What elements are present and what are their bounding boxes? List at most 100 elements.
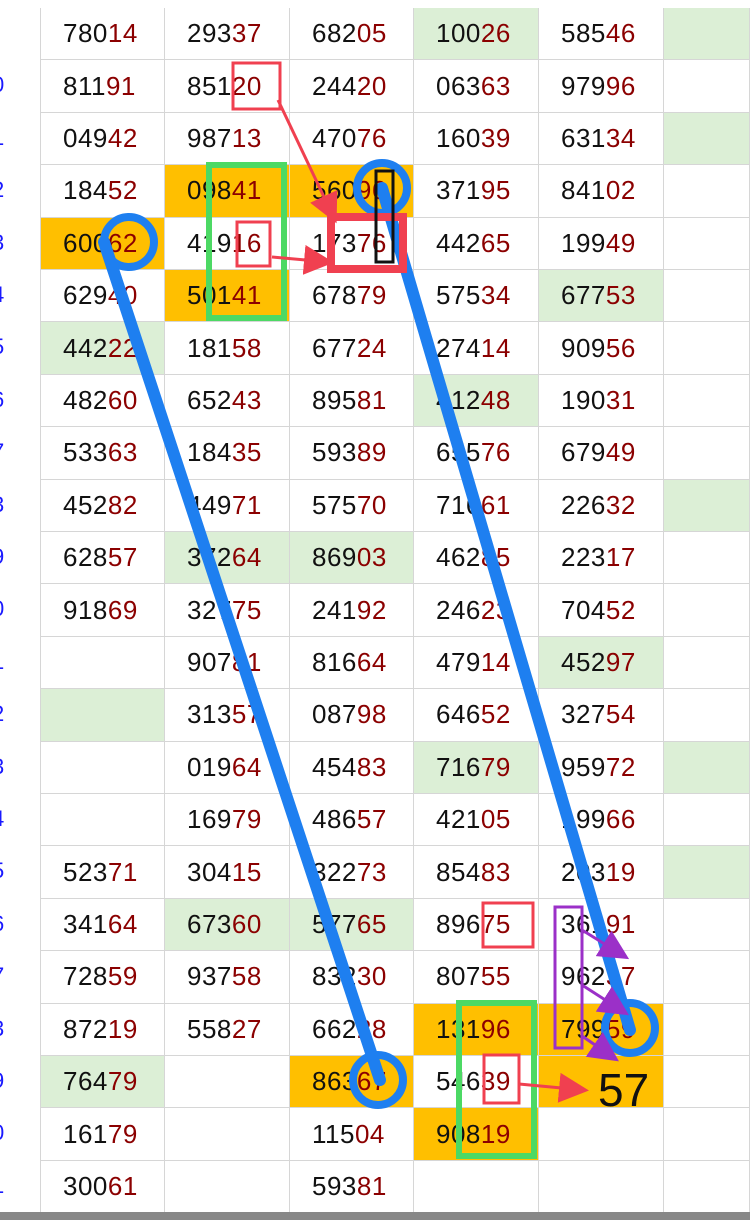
grid-cell: 70452 bbox=[539, 584, 664, 637]
grid-cell: 30061 bbox=[40, 1160, 165, 1214]
grid-cell: 29337 bbox=[165, 8, 290, 61]
grid-cell: 81191 bbox=[40, 60, 165, 113]
grid-cell: 86903 bbox=[290, 532, 414, 585]
cell-number: 91869 bbox=[63, 594, 138, 625]
cell-number: 32775 bbox=[187, 594, 262, 625]
cell-number: 86903 bbox=[312, 542, 387, 573]
grid-cell: 24420 bbox=[290, 60, 414, 113]
grid-cell: 91869 bbox=[40, 584, 165, 637]
cell-number: 50141 bbox=[187, 280, 262, 311]
grid-cell: 08798 bbox=[290, 689, 414, 742]
grid-cell: 58546 bbox=[539, 8, 664, 61]
grid-cell: 83230 bbox=[290, 951, 414, 1004]
cell-number: 18158 bbox=[187, 332, 262, 363]
grid-cell: 67879 bbox=[290, 270, 414, 323]
grid-cell: 95972 bbox=[539, 741, 664, 794]
grid-cell: 20319 bbox=[539, 846, 664, 899]
cell-number: 67879 bbox=[312, 280, 387, 311]
cell-number: 98713 bbox=[187, 122, 262, 153]
cell-number: 06363 bbox=[436, 70, 511, 101]
grid-cell bbox=[664, 217, 750, 270]
cell-number: 13196 bbox=[436, 1013, 511, 1044]
cell-number: 62940 bbox=[63, 280, 138, 311]
cell-number: 59389 bbox=[312, 437, 387, 468]
lottery-results-grid: 0 1 2 3 4 5 6 7 3 9 0 1 2 3 4 5 6 7 3 9 0 1 78014 29337 68205 100… bbox=[0, 0, 750, 1214]
row-label: 2 bbox=[0, 177, 12, 203]
grid-cell: 93758 bbox=[165, 951, 290, 1004]
grid-cell: 22317 bbox=[539, 532, 664, 585]
grid-cell: 67753 bbox=[539, 270, 664, 323]
cell-number: 87219 bbox=[63, 1013, 138, 1044]
cell-number: 17376 bbox=[312, 227, 387, 258]
grid-cell bbox=[664, 951, 750, 1004]
grid-cell bbox=[539, 1108, 664, 1161]
grid-cell: 42105 bbox=[414, 794, 539, 847]
cell-number: 63134 bbox=[561, 122, 636, 153]
bottom-scroll-bar[interactable] bbox=[0, 1212, 750, 1220]
row-label: 7 bbox=[0, 963, 12, 989]
cell-number: 93758 bbox=[187, 961, 262, 992]
grid-cell bbox=[664, 1003, 750, 1056]
grid-cell: 30415 bbox=[165, 846, 290, 899]
grid-cell: 59389 bbox=[290, 427, 414, 480]
grid-cell: 67949 bbox=[539, 427, 664, 480]
cell-number: 08798 bbox=[312, 699, 387, 730]
grid-cell: 17376 bbox=[290, 217, 414, 270]
cell-number: 16979 bbox=[187, 804, 262, 835]
grid-cell: 72859 bbox=[40, 951, 165, 1004]
grid-cell: 24192 bbox=[290, 584, 414, 637]
grid-cell: 65243 bbox=[165, 374, 290, 428]
row-label: 0 bbox=[0, 596, 12, 622]
row-label: 4 bbox=[0, 282, 12, 308]
cell-number: 36191 bbox=[561, 908, 636, 939]
grid-cell: 78014 bbox=[40, 8, 165, 61]
row-label: 2 bbox=[0, 701, 12, 727]
cell-number: 72859 bbox=[63, 961, 138, 992]
cell-number: 97996 bbox=[561, 70, 636, 101]
grid-cell: 10026 bbox=[414, 8, 539, 61]
cell-number: 04942 bbox=[63, 122, 138, 153]
row-label: 9 bbox=[0, 544, 12, 570]
grid-cell bbox=[664, 584, 750, 637]
row-label: 9 bbox=[0, 1068, 12, 1094]
cell-number: 11504 bbox=[312, 1118, 385, 1149]
grid-cell: 84102 bbox=[539, 165, 664, 218]
row-label: 3 bbox=[0, 230, 12, 256]
grid-cell: 60062 bbox=[40, 217, 165, 270]
cell-number: 56096 bbox=[312, 175, 387, 206]
cell-number: 37195 bbox=[436, 175, 511, 206]
row-label: 1 bbox=[0, 1173, 12, 1199]
grid-cell: 62857 bbox=[40, 532, 165, 585]
cell-number: 24192 bbox=[312, 594, 387, 625]
cell-number: 86367 bbox=[312, 1066, 387, 1097]
cell-number: 81664 bbox=[312, 646, 387, 677]
cell-number: 31357 bbox=[187, 699, 262, 730]
grid-cell: 55827 bbox=[165, 1003, 290, 1056]
grid-cell bbox=[664, 532, 750, 585]
cell-number: 57534 bbox=[436, 280, 511, 311]
grid-cell: 89675 bbox=[414, 898, 539, 952]
row-label: 6 bbox=[0, 387, 12, 413]
grid-cell: 79959 bbox=[539, 1003, 664, 1056]
grid-cell: 71661 bbox=[414, 479, 539, 532]
cell-number: 65576 bbox=[436, 437, 511, 468]
cell-number: 44222 bbox=[63, 332, 138, 363]
cell-number: 53363 bbox=[63, 437, 138, 468]
cell-number: 67360 bbox=[187, 908, 262, 939]
row-label: 5 bbox=[0, 858, 12, 884]
row-label: 1 bbox=[0, 649, 12, 675]
grid-cell: 44265 bbox=[414, 217, 539, 270]
cell-number: 27414 bbox=[436, 332, 511, 363]
grid-cell bbox=[664, 322, 750, 375]
row-label: 4 bbox=[0, 806, 12, 832]
grid-cell: 97996 bbox=[539, 60, 664, 113]
cell-number: 32273 bbox=[312, 856, 387, 887]
cell-number: 30415 bbox=[187, 856, 262, 887]
cell-number: 89581 bbox=[312, 384, 387, 415]
grid-cell bbox=[664, 636, 750, 690]
grid-cell: 68205 bbox=[290, 8, 414, 61]
grid-cell bbox=[664, 270, 750, 323]
grid-cell bbox=[664, 8, 750, 61]
grid-cell: 19949 bbox=[539, 217, 664, 270]
grid-cell bbox=[664, 898, 750, 952]
